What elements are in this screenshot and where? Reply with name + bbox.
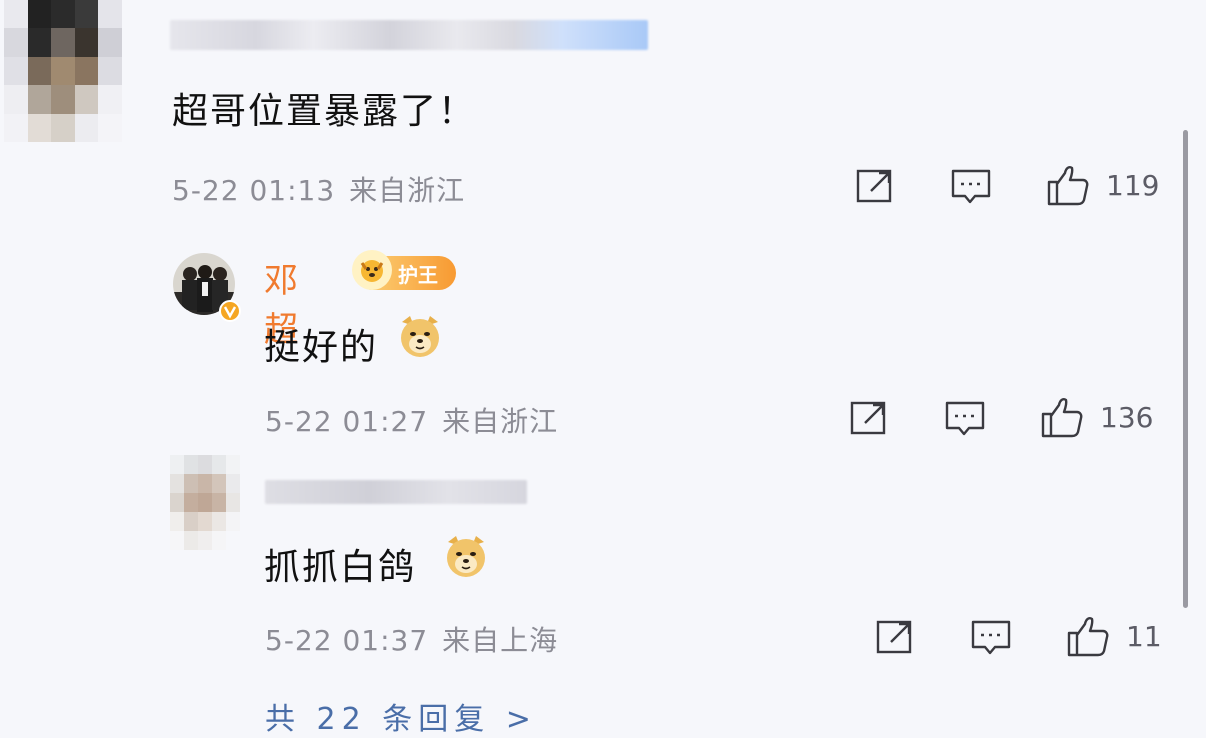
comment-text-content: 抓抓白鸽 <box>264 547 417 588</box>
comment-meta: 5-22 01:13 来自浙江 <box>172 169 465 209</box>
share-icon[interactable] <box>855 166 895 206</box>
share-icon[interactable] <box>849 398 889 438</box>
thumbs-up-icon[interactable] <box>1046 163 1090 207</box>
comment-location: 来自上海 <box>442 624 559 657</box>
scrollbar[interactable] <box>1183 130 1188 608</box>
avatar[interactable] <box>170 455 240 550</box>
doge-emoji-icon <box>447 536 485 577</box>
comment-text: 抓抓白鸽 <box>264 538 416 590</box>
comment-text-content: 挺好的 <box>264 327 379 368</box>
comment-location: 来自浙江 <box>442 405 559 438</box>
comment-date: 5-22 01:13 <box>172 174 336 207</box>
badge-label: 护王 <box>398 262 438 287</box>
thumbs-up-icon[interactable] <box>1040 395 1084 439</box>
comment-icon[interactable] <box>945 398 985 438</box>
like-count: 136 <box>1100 401 1154 434</box>
comment-location: 来自浙江 <box>349 174 466 207</box>
verified-badge-icon <box>219 300 241 322</box>
member-badge: 护王 <box>352 250 456 290</box>
comment-icon[interactable] <box>971 617 1011 657</box>
like-count: 11 <box>1126 620 1162 653</box>
more-replies-link[interactable]: 共 22 条回复 > <box>265 694 537 738</box>
thumbs-up-icon[interactable] <box>1066 614 1110 658</box>
avatar[interactable] <box>4 0 122 142</box>
comment-date: 5-22 01:27 <box>265 405 429 438</box>
username-blurred[interactable] <box>265 480 527 504</box>
dog-mascot-icon <box>352 250 392 290</box>
comment-meta: 5-22 01:37 来自上海 <box>265 619 558 659</box>
like-count: 119 <box>1106 169 1160 202</box>
comment-date: 5-22 01:37 <box>265 624 429 657</box>
comment-meta: 5-22 01:27 来自浙江 <box>265 400 558 440</box>
comment-text: 挺好的 <box>264 318 378 370</box>
share-icon[interactable] <box>875 617 915 657</box>
comment-text: 超哥位置暴露了！ <box>172 91 477 132</box>
doge-emoji-icon <box>401 316 439 357</box>
username-blurred[interactable] <box>170 20 648 50</box>
comment-icon[interactable] <box>951 166 991 206</box>
